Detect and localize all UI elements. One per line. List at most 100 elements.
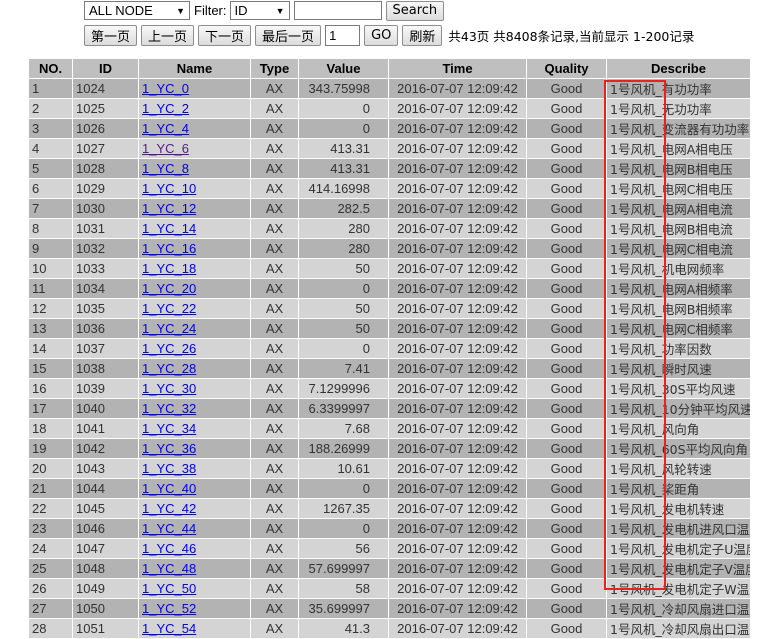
cell-no: 22: [28, 498, 73, 519]
point-name-link[interactable]: 1_YC_28: [142, 361, 196, 376]
point-name-link[interactable]: 1_YC_0: [142, 81, 189, 96]
point-name-link[interactable]: 1_YC_8: [142, 161, 189, 176]
cell-name: 1_YC_14: [138, 218, 251, 239]
cell-id: 1032: [72, 238, 139, 259]
cell-quality: Good: [526, 278, 607, 299]
table-row: 1 1024 1_YC_0 AX 343.75998 2016-07-07 12:09:4…: [28, 78, 751, 99]
point-name-link[interactable]: 1_YC_4: [142, 121, 189, 136]
node-select-value: ALL NODE: [89, 3, 153, 18]
table-row: 12 1035 1_YC_22 AX 50 2016-07-07 12:09:42 Good…: [28, 298, 751, 319]
point-name-link[interactable]: 1_YC_40: [142, 481, 196, 496]
point-name-link[interactable]: 1_YC_36: [142, 441, 196, 456]
point-name-link[interactable]: 1_YC_32: [142, 401, 196, 416]
cell-value: 35.699997: [298, 598, 389, 619]
search-input[interactable]: [293, 1, 382, 20]
cell-id: 1026: [72, 118, 139, 139]
cell-value: 280: [298, 238, 389, 259]
point-name-link[interactable]: 1_YC_38: [142, 461, 196, 476]
point-name-link[interactable]: 1_YC_26: [142, 341, 196, 356]
cell-no: 21: [28, 478, 73, 499]
node-select[interactable]: ALL NODE ▼: [84, 1, 190, 20]
cell-quality: Good: [526, 198, 607, 219]
cell-name: 1_YC_24: [138, 318, 251, 339]
cell-describe: 1号风机_电网B相频率: [606, 298, 751, 319]
cell-id: 1041: [72, 418, 139, 439]
point-name-link[interactable]: 1_YC_24: [142, 321, 196, 336]
cell-name: 1_YC_50: [138, 578, 251, 599]
first-page-button[interactable]: 第一页: [84, 25, 138, 46]
search-button[interactable]: Search: [385, 0, 445, 21]
point-name-link[interactable]: 1_YC_2: [142, 101, 189, 116]
cell-value: 0: [298, 478, 389, 499]
go-button[interactable]: GO: [364, 25, 399, 46]
cell-id: 1029: [72, 178, 139, 199]
cell-time: 2016-07-07 12:09:42: [388, 118, 527, 139]
cell-name: 1_YC_38: [138, 458, 251, 479]
table-row: 23 1046 1_YC_44 AX 0 2016-07-07 12:09:42 Good 1…: [28, 518, 751, 539]
cell-quality: Good: [526, 98, 607, 119]
point-name-link[interactable]: 1_YC_44: [142, 521, 196, 536]
point-name-link[interactable]: 1_YC_48: [142, 561, 196, 576]
col-header-name[interactable]: Name: [138, 58, 251, 79]
next-page-button[interactable]: 下一页: [198, 25, 252, 46]
point-name-link[interactable]: 1_YC_30: [142, 381, 196, 396]
prev-page-button[interactable]: 上一页: [141, 25, 195, 46]
cell-no: 9: [28, 238, 73, 259]
filter-select[interactable]: ID ▼: [229, 1, 290, 20]
cell-type: AX: [250, 78, 299, 99]
cell-time: 2016-07-07 12:09:42: [388, 258, 527, 279]
cell-value: 343.75998: [298, 78, 389, 99]
point-name-link[interactable]: 1_YC_14: [142, 221, 196, 236]
cell-type: AX: [250, 358, 299, 379]
cell-no: 2: [28, 98, 73, 119]
cell-describe: 1号风机_电网A相电压: [606, 138, 751, 159]
point-name-link[interactable]: 1_YC_20: [142, 281, 196, 296]
col-header-time[interactable]: Time: [388, 58, 527, 79]
page-number-input[interactable]: [325, 25, 361, 46]
cell-describe: 1号风机_机电网频率: [606, 258, 751, 279]
col-header-no[interactable]: NO.: [28, 58, 73, 79]
cell-name: 1_YC_26: [138, 338, 251, 359]
point-name-link[interactable]: 1_YC_10: [142, 181, 196, 196]
table-row: 13 1036 1_YC_24 AX 50 2016-07-07 12:09:42 Good…: [28, 318, 751, 339]
table-row: 16 1039 1_YC_30 AX 7.1299996 2016-07-07 12:09…: [28, 378, 751, 399]
cell-type: AX: [250, 458, 299, 479]
cell-time: 2016-07-07 12:09:42: [388, 358, 527, 379]
col-header-type[interactable]: Type: [250, 58, 299, 79]
cell-type: AX: [250, 378, 299, 399]
cell-value: 188.26999: [298, 438, 389, 459]
col-header-describe[interactable]: Describe: [606, 58, 751, 79]
point-name-link[interactable]: 1_YC_42: [142, 501, 196, 516]
cell-value: 50: [298, 258, 389, 279]
point-name-link[interactable]: 1_YC_18: [142, 261, 196, 276]
cell-name: 1_YC_20: [138, 278, 251, 299]
last-page-button[interactable]: 最后一页: [255, 25, 322, 46]
cell-id: 1039: [72, 378, 139, 399]
col-header-quality[interactable]: Quality: [526, 58, 607, 79]
cell-type: AX: [250, 138, 299, 159]
point-name-link[interactable]: 1_YC_34: [142, 421, 196, 436]
point-name-link[interactable]: 1_YC_50: [142, 581, 196, 596]
cell-time: 2016-07-07 12:09:42: [388, 418, 527, 439]
cell-type: AX: [250, 338, 299, 359]
point-name-link[interactable]: 1_YC_46: [142, 541, 196, 556]
cell-quality: Good: [526, 158, 607, 179]
point-name-link[interactable]: 1_YC_54: [142, 621, 196, 636]
point-name-link[interactable]: 1_YC_22: [142, 301, 196, 316]
table-row: 17 1040 1_YC_32 AX 6.3399997 2016-07-07 12:09…: [28, 398, 751, 419]
cell-id: 1040: [72, 398, 139, 419]
data-table: NO. ID Name Type Value Time Quality Desc…: [28, 58, 751, 639]
col-header-value[interactable]: Value: [298, 58, 389, 79]
point-name-link[interactable]: 1_YC_12: [142, 201, 196, 216]
point-name-link[interactable]: 1_YC_16: [142, 241, 196, 256]
refresh-button[interactable]: 刷新: [402, 25, 443, 46]
filter-select-value: ID: [234, 3, 248, 18]
cell-no: 24: [28, 538, 73, 559]
col-header-id[interactable]: ID: [72, 58, 139, 79]
cell-name: 1_YC_54: [138, 618, 251, 639]
point-name-link[interactable]: 1_YC_6: [142, 141, 189, 156]
cell-name: 1_YC_48: [138, 558, 251, 579]
cell-describe: 1号风机_发电机定子W温度: [606, 578, 751, 599]
cell-time: 2016-07-07 12:09:42: [388, 598, 527, 619]
cell-no: 14: [28, 338, 73, 359]
